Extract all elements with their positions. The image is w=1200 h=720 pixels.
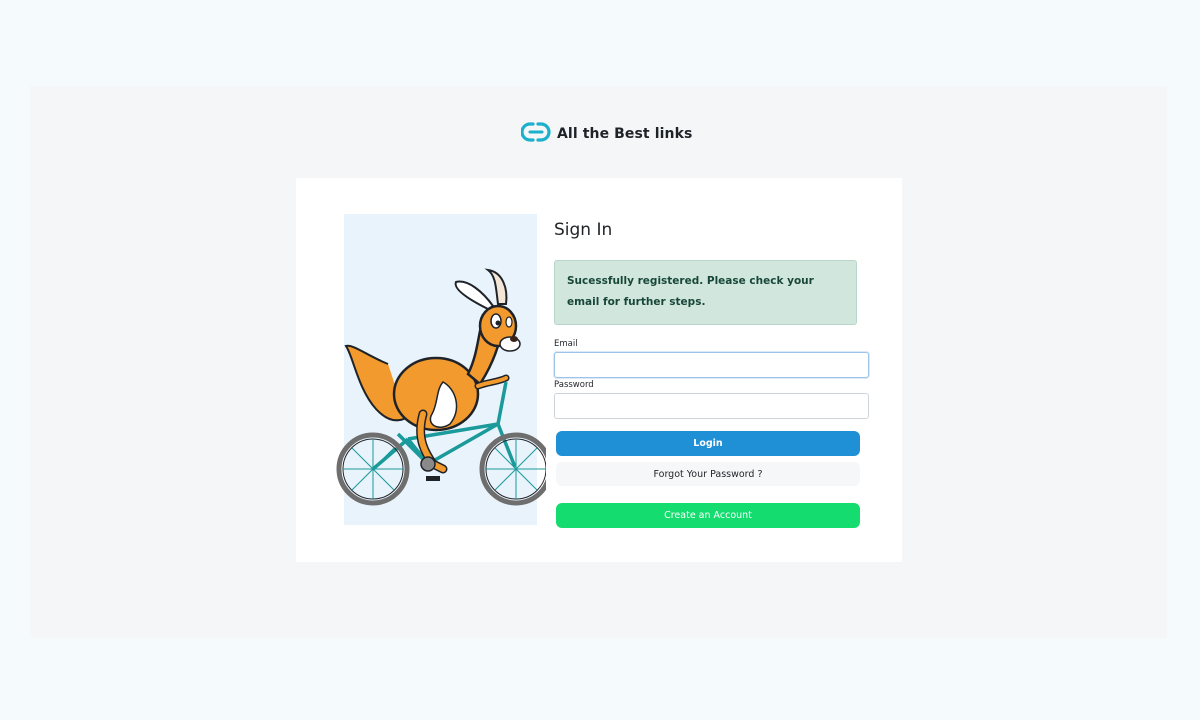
signin-card: Sign In Sucessfully registered. Please c… — [296, 178, 902, 562]
create-account-button[interactable]: Create an Account — [556, 503, 860, 528]
brand-logo[interactable]: All the Best links — [520, 120, 693, 148]
success-alert: Sucessfully registered. Please check you… — [554, 260, 857, 325]
forgot-password-button[interactable]: Forgot Your Password ? — [556, 462, 860, 486]
kangaroo-icon — [336, 268, 546, 506]
email-label: Email — [554, 339, 578, 349]
email-field[interactable] — [554, 352, 869, 378]
password-label: Password — [554, 380, 594, 390]
link-logo-icon — [520, 120, 551, 148]
kangaroo-bicycle-illustration — [336, 214, 546, 525]
brand-name: All the Best links — [557, 126, 693, 142]
password-field[interactable] — [554, 393, 869, 419]
signin-title: Sign In — [554, 220, 613, 240]
login-button[interactable]: Login — [556, 431, 860, 456]
